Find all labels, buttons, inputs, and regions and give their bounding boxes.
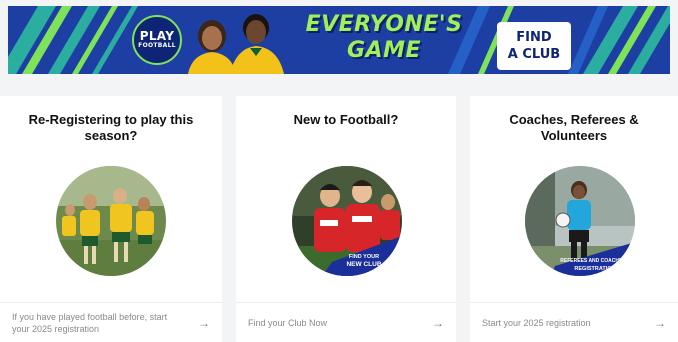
card-re-registering[interactable]: Re-Registering to play this season? If y…: [0, 96, 222, 342]
play-football-logo: PLAY FOOTBALL: [132, 15, 182, 65]
find-club-line-2: A CLUB: [507, 47, 561, 62]
card-title: New to Football?: [293, 112, 399, 127]
card-new-to-football[interactable]: New to Football? FIND YOUR NEW CLUB Find…: [236, 96, 456, 342]
card-title: Re-Registering to play this season?: [28, 112, 194, 143]
banner-players-image: [188, 14, 284, 74]
headline-line-2: GAME: [346, 38, 421, 63]
card-coaches-referees-volunteers[interactable]: Coaches, Referees & Volunteers REFEREES …: [470, 96, 678, 342]
card-photo-junior-players: [56, 166, 166, 276]
card-footer-text: If you have played football before, star…: [12, 311, 168, 334]
arrow-right-icon: →: [198, 315, 210, 330]
badge-line-2: NEW CLUB: [346, 261, 381, 268]
card-footer-link[interactable]: Start your 2025 registration →: [470, 302, 678, 342]
page: PLAY FOOTBALL EVERYONE'S GAME FIND A CLU…: [0, 0, 678, 342]
card-footer-text: Find your Club Now: [248, 317, 328, 328]
card-footer-link[interactable]: If you have played football before, star…: [0, 302, 222, 342]
arrow-right-icon: →: [654, 315, 666, 330]
badge-line-1: REFEREES AND COACHES: [560, 258, 626, 264]
card-photo-new-players: FIND YOUR NEW CLUB: [292, 166, 402, 276]
logo-line-1: PLAY: [139, 29, 175, 43]
play-football-banner[interactable]: PLAY FOOTBALL EVERYONE'S GAME FIND A CLU…: [8, 6, 670, 74]
arrow-right-icon: →: [432, 315, 444, 330]
headline-line-1: EVERYONE'S: [305, 12, 463, 37]
logo-line-2: FOOTBALL: [138, 42, 176, 49]
find-a-club-button[interactable]: FIND A CLUB: [497, 22, 571, 70]
card-title: Coaches, Referees & Volunteers: [509, 112, 639, 143]
banner-headline: EVERYONE'S GAME: [284, 12, 484, 64]
card-photo-referee: REFEREES AND COACHES REGISTRATION: [525, 166, 635, 276]
card-footer-link[interactable]: Find your Club Now →: [236, 302, 456, 342]
badge-line-2: REGISTRATION: [574, 266, 615, 272]
card-footer-text: Start your 2025 registration: [482, 317, 591, 328]
badge-line-1: FIND YOUR: [349, 254, 379, 260]
find-club-line-1: FIND: [516, 30, 552, 45]
